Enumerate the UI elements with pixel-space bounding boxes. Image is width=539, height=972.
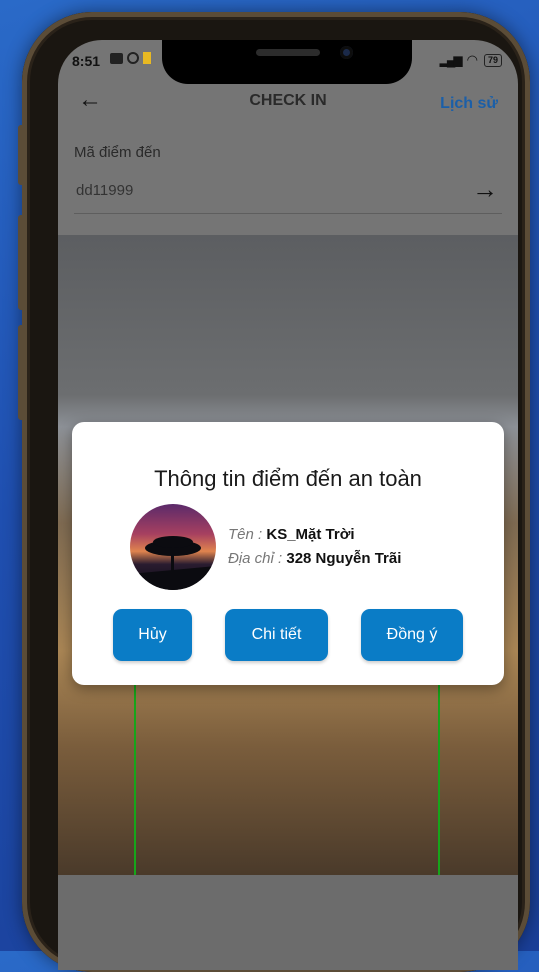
side-button [18, 215, 25, 310]
notification-icon [143, 52, 151, 64]
forward-arrow-icon[interactable]: → [472, 174, 498, 205]
destination-code-input[interactable]: dd11999 [76, 182, 133, 199]
message-icon [110, 52, 123, 64]
safe-destination-dialog: Thông tin điểm đến an toàn Tên : KS_Mặt … [72, 422, 504, 685]
app-bar: ← CHECK IN Lịch sử [58, 80, 518, 124]
address-info: Địa chỉ : 328 Nguyễn Trãi [228, 550, 401, 567]
app-icon [127, 52, 139, 64]
name-info: Tên : KS_Mặt Trời [228, 526, 355, 543]
system-icons: ▂▄▆ ◠ 79 [440, 52, 502, 68]
address-value: 328 Nguyễn Trãi [286, 550, 402, 567]
details-button[interactable]: Chi tiết [225, 609, 328, 661]
front-camera [340, 46, 353, 59]
status-time: 8:51 [72, 53, 101, 69]
history-link[interactable]: Lịch sử [440, 95, 498, 113]
dialog-title: Thông tin điểm đến an toàn [154, 466, 422, 491]
name-value: KS_Mặt Trời [266, 526, 355, 543]
agree-button[interactable]: Đồng ý [361, 609, 463, 661]
notification-icons [110, 52, 151, 64]
speaker [256, 49, 320, 56]
side-button [18, 125, 25, 185]
tree-silhouette-image [130, 536, 216, 590]
destination-avatar [130, 504, 216, 590]
address-label: Địa chỉ : [228, 550, 283, 567]
notch [162, 40, 412, 84]
side-button [18, 325, 25, 420]
wifi-icon: ◠ [466, 52, 478, 67]
signal-icon: ▂▄▆ [439, 53, 463, 67]
destination-label: Mã điểm đến [74, 144, 161, 161]
cancel-button[interactable]: Hủy [113, 609, 192, 661]
name-label: Tên : [228, 526, 263, 543]
input-underline [74, 213, 502, 214]
battery-icon: 79 [483, 53, 502, 67]
bottom-panel [58, 875, 518, 970]
